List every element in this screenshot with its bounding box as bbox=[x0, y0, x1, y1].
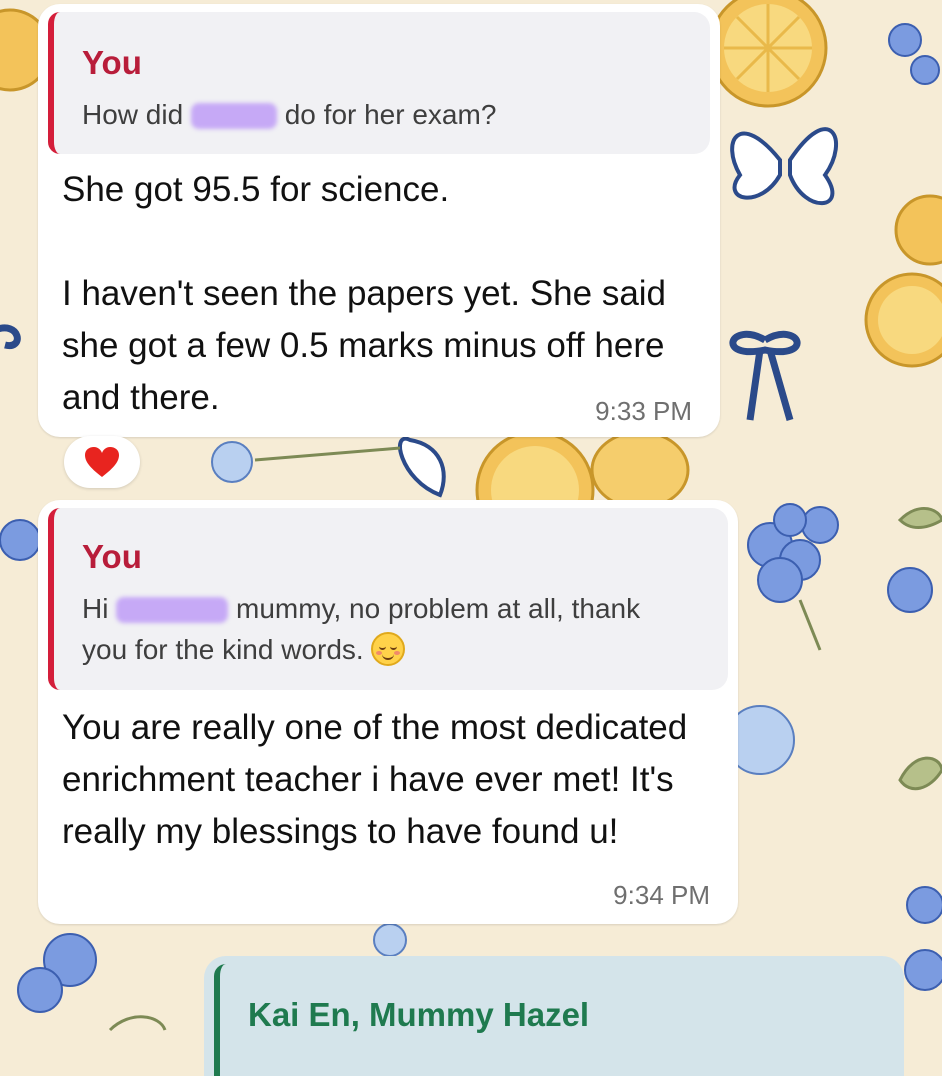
quoted-text: Hi mummy, no problem at all, thank you f… bbox=[82, 593, 641, 666]
red-heart-icon bbox=[85, 447, 119, 477]
smiling-face-with-blush-icon bbox=[371, 632, 406, 666]
message-text: You are really one of the most dedicated… bbox=[62, 708, 688, 851]
incoming-message-bubble[interactable]: You Hi mummy, no problem at all, thank y… bbox=[38, 500, 738, 924]
quoted-reply[interactable]: You Hi mummy, no problem at all, thank y… bbox=[48, 508, 728, 690]
redacted-name bbox=[190, 103, 277, 129]
quoted-author: You bbox=[82, 44, 142, 81]
message-timestamp: 9:34 PM bbox=[613, 880, 710, 910]
redacted-name bbox=[116, 597, 229, 623]
quoted-author: Kai En, Mummy Hazel bbox=[248, 996, 590, 1033]
outgoing-message-bubble[interactable]: Kai En, Mummy Hazel bbox=[204, 956, 904, 1076]
quoted-author: You bbox=[82, 538, 142, 575]
quoted-text: How did do for her exam? bbox=[82, 99, 497, 130]
message-timestamp: 9:33 PM bbox=[595, 396, 692, 426]
quoted-reply[interactable]: Kai En, Mummy Hazel bbox=[214, 964, 894, 1076]
quoted-reply[interactable]: You How did do for her exam? bbox=[48, 12, 710, 154]
lemon-slice-icon bbox=[864, 272, 942, 368]
incoming-message-bubble[interactable]: You How did do for her exam? She got 95.… bbox=[38, 4, 720, 437]
lemon-slice-icon bbox=[708, 0, 828, 108]
message-text: She got 95.5 for science. I haven't seen… bbox=[62, 170, 667, 417]
reaction-badge[interactable] bbox=[64, 436, 140, 488]
